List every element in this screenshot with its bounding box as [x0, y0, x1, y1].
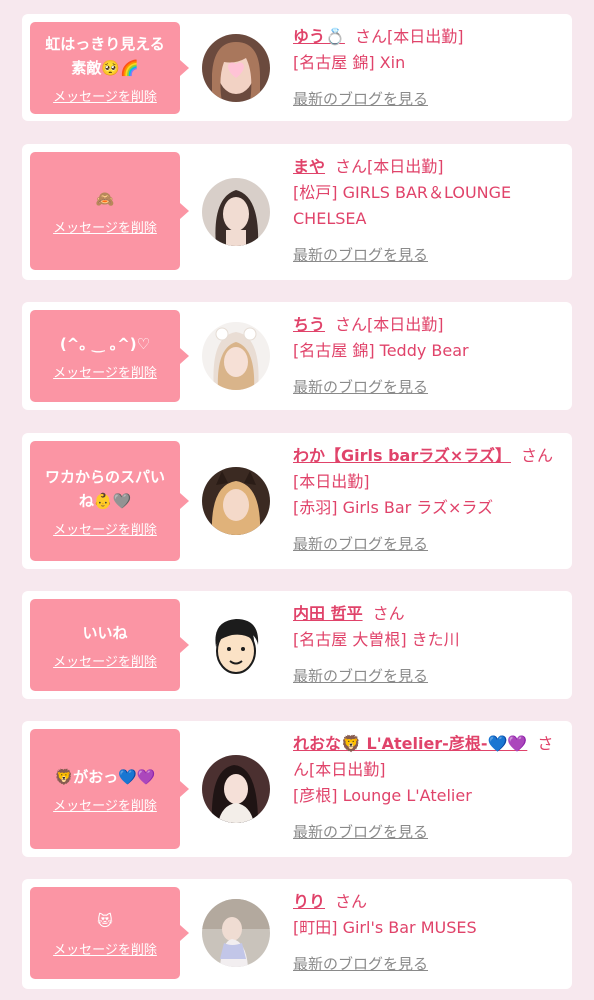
honorific: さん: [354, 27, 387, 46]
list-item: (^｡ ‿ ｡^)♡ メッセージを削除 ちう さん[本日出勤] [名古屋 錦] T…: [22, 302, 572, 410]
status-text: [本日出勤]: [309, 760, 386, 779]
profile-info: まや さん[本日出勤] [松戸] GIRLS BAR＆LOUNGE CHELSEA…: [293, 154, 563, 268]
user-name-link[interactable]: れおな🦁 L'Atelier-彦根-💙💜: [293, 734, 527, 753]
message-bubble: 虹はっきり見える素敵🥺🌈 メッセージを削除: [30, 22, 189, 114]
shop-text: [名古屋 大曽根] きた川: [293, 630, 460, 649]
avatar[interactable]: [202, 467, 270, 535]
delete-message-link[interactable]: メッセージを削除: [53, 795, 157, 814]
user-name-link[interactable]: まや: [293, 157, 325, 176]
avatar[interactable]: [202, 34, 270, 102]
user-name-link[interactable]: わか【Girls barラズ×ラズ】: [293, 446, 511, 465]
message-text: 🙈: [95, 189, 115, 208]
profile-info: りり さん [町田] Girl's Bar MUSES 最新のブログを見る: [293, 889, 563, 977]
blog-link[interactable]: 最新のブログを見る: [293, 531, 428, 557]
blog-link[interactable]: 最新のブログを見る: [293, 819, 428, 845]
delete-message-link[interactable]: メッセージを削除: [53, 217, 157, 236]
message-text: ワカからのスパいね👶🩶: [44, 467, 165, 510]
blog-link[interactable]: 最新のブログを見る: [293, 951, 428, 977]
user-name-link[interactable]: 内田 哲平: [293, 604, 363, 623]
avatar[interactable]: [202, 611, 270, 679]
status-text: [本日出勤]: [293, 472, 370, 491]
honorific: さん: [335, 157, 368, 176]
message-list: 虹はっきり見える素敵🥺🌈 メッセージを削除 ゆう💍 さん[本日出勤] [名古屋 錦…: [0, 0, 594, 1000]
message-bubble: (^｡ ‿ ｡^)♡ メッセージを削除: [30, 310, 189, 402]
delete-message-link[interactable]: メッセージを削除: [53, 939, 157, 958]
status-text: [本日出勤]: [386, 27, 464, 46]
shop-text: [町田] Girl's Bar MUSES: [293, 918, 477, 937]
user-name-link[interactable]: ちう: [293, 315, 325, 334]
avatar[interactable]: [202, 755, 270, 823]
message-bubble: 🙈 メッセージを削除: [30, 152, 189, 270]
list-item: ワカからのスパいね👶🩶 メッセージを削除 わか【Girls barラズ×ラズ】さ…: [22, 433, 572, 569]
message-bubble: いいね メッセージを削除: [30, 599, 189, 691]
profile-info: わか【Girls barラズ×ラズ】 さん [本日出勤] [赤羽] Girls Ba…: [293, 443, 563, 557]
blog-link[interactable]: 最新のブログを見る: [293, 374, 428, 400]
honorific: さん: [335, 892, 368, 911]
message-text: 😻: [97, 911, 113, 930]
message-text: (^｡ ‿ ｡^)♡: [59, 334, 151, 353]
shop-text: [彦根] Lounge L'Atelier: [293, 786, 472, 805]
avatar[interactable]: [202, 899, 270, 967]
profile-info: 内田 哲平 さん [名古屋 大曽根] きた川 最新のブログを見る: [293, 601, 563, 689]
list-item: 😻 メッセージを削除 りり さん [町田] Girl's Bar MUSES 最新…: [22, 879, 572, 989]
list-item: いいね メッセージを削除 内田 哲平 さん [名古屋 大曽根] きた川 最新のブロ…: [22, 591, 572, 699]
message-text: 🦁がおっ💙💜: [54, 767, 156, 786]
shop-text: [名古屋 錦] Teddy Bear: [293, 341, 469, 360]
profile-info: れおな🦁 L'Atelier-彦根-💙💜 さん[本日出勤] [彦根] Lounge…: [293, 731, 563, 845]
profile-info: ゆう💍 さん[本日出勤] [名古屋 錦] Xin 最新のブログを見る: [293, 24, 563, 112]
message-bubble: ワカからのスパいね👶🩶 メッセージを削除: [30, 441, 189, 561]
blog-link[interactable]: 最新のブログを見る: [293, 663, 428, 689]
list-item: 🦁がおっ💙💜 メッセージを削除 れおな🦁 L'Atelier-彦根-💙💜 さん[本…: [22, 721, 572, 857]
message-bubble: 😻 メッセージを削除: [30, 887, 189, 979]
delete-message-link[interactable]: メッセージを削除: [53, 362, 157, 381]
blog-link[interactable]: 最新のブログを見る: [293, 242, 428, 268]
message-text: 虹はっきり見える素敵🥺🌈: [45, 34, 165, 77]
honorific: さん: [372, 604, 405, 623]
list-item: 🙈 メッセージを削除 まや さん[本日出勤] [松戸] GIRLS BAR＆LOU…: [22, 144, 572, 280]
honorific: さん: [521, 446, 554, 465]
status-text: [本日出勤]: [367, 315, 444, 334]
delete-message-link[interactable]: メッセージを削除: [53, 651, 157, 670]
avatar[interactable]: [202, 178, 270, 246]
honorific: さん: [335, 315, 368, 334]
delete-message-link[interactable]: メッセージを削除: [53, 86, 157, 105]
list-item: 虹はっきり見える素敵🥺🌈 メッセージを削除 ゆう💍 さん[本日出勤] [名古屋 錦…: [22, 14, 572, 121]
profile-info: ちう さん[本日出勤] [名古屋 錦] Teddy Bear 最新のブログを見る: [293, 312, 563, 400]
delete-message-link[interactable]: メッセージを削除: [53, 519, 157, 538]
shop-text: [松戸] GIRLS BAR＆LOUNGE CHELSEA: [293, 183, 512, 228]
message-text: いいね: [82, 623, 128, 642]
blog-link[interactable]: 最新のブログを見る: [293, 86, 428, 112]
avatar[interactable]: [202, 322, 270, 390]
user-name-link[interactable]: ゆう💍: [293, 27, 345, 46]
user-name-link[interactable]: りり: [293, 892, 325, 911]
shop-text: [名古屋 錦] Xin: [293, 53, 406, 72]
shop-text: [赤羽] Girls Bar ラズ×ラズ: [293, 498, 494, 517]
status-text: [本日出勤]: [367, 157, 444, 176]
message-bubble: 🦁がおっ💙💜 メッセージを削除: [30, 729, 189, 849]
